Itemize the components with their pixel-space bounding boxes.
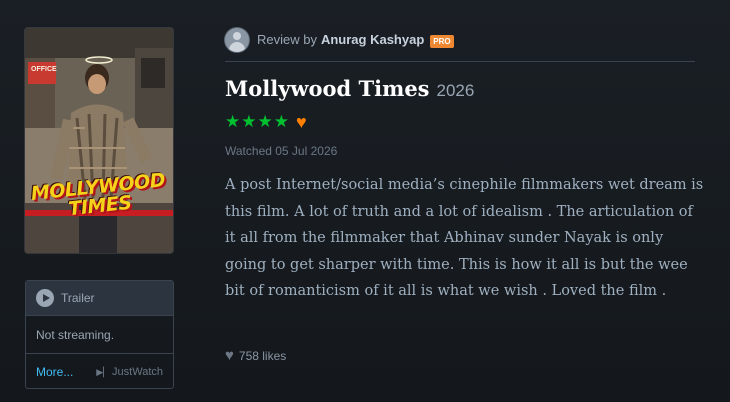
star-icon: ★ <box>257 112 273 131</box>
trailer-label: Trailer <box>61 291 95 305</box>
watched-date: Watched 05 Jul 2026 <box>225 144 338 158</box>
avatar[interactable] <box>225 28 249 52</box>
justwatch-icon: ▶▏ <box>96 366 111 377</box>
justwatch-link[interactable]: ▶▏ JustWatch <box>96 366 163 378</box>
play-icon <box>36 289 54 307</box>
heart-icon[interactable]: ♥ <box>225 347 234 364</box>
review-text: A post Internet/social media’s cinephile… <box>225 177 704 299</box>
author-link[interactable]: Anurag Kashyap <box>321 32 424 47</box>
review-header: Review by Anurag Kashyap PRO <box>225 28 695 62</box>
trailer-panel: Trailer Not streaming. More... ▶▏ JustWa… <box>25 280 174 389</box>
review-by-label: Review by <box>257 32 317 47</box>
streaming-status: Not streaming. <box>26 316 173 354</box>
film-year-link[interactable]: 2026 <box>437 81 475 101</box>
star-icon: ★ <box>225 112 241 131</box>
poster-sign: OFFICE <box>31 66 57 73</box>
liked-heart-icon: ♥ <box>296 112 307 132</box>
film-title-row: Mollywood Times 2026 <box>225 76 474 101</box>
more-link[interactable]: More... <box>36 365 73 379</box>
film-title-link[interactable]: Mollywood Times <box>225 76 430 101</box>
justwatch-label: JustWatch <box>112 366 163 378</box>
likes-count[interactable]: 758 likes <box>239 349 286 363</box>
film-poster[interactable]: OFFICE MOLLYWOOD TIMES <box>25 28 173 253</box>
rating-row: ★ ★ ★ ★ ♥ <box>225 112 307 132</box>
likes-row: ♥ 758 likes <box>225 347 286 364</box>
pro-badge: PRO <box>430 35 454 48</box>
star-icon: ★ <box>273 112 289 131</box>
star-icon: ★ <box>241 112 257 131</box>
trailer-footer: More... ▶▏ JustWatch <box>26 354 173 390</box>
trailer-button[interactable]: Trailer <box>26 281 173 316</box>
